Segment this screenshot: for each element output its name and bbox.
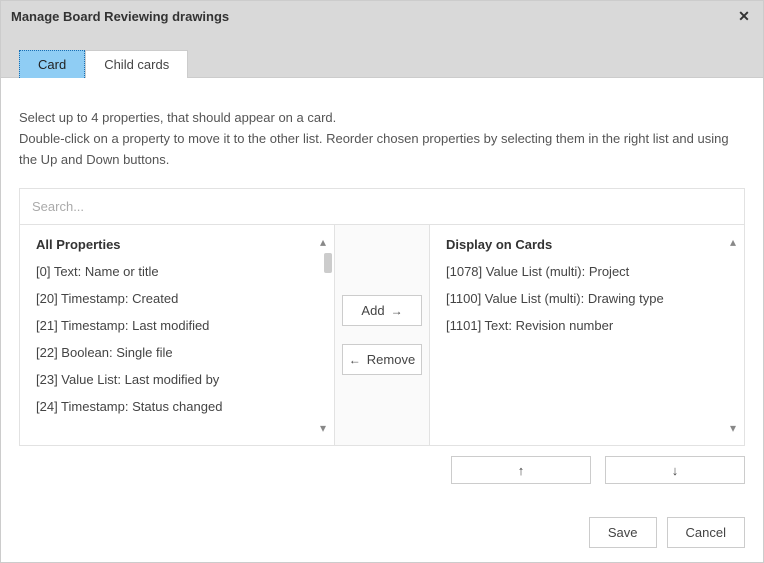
property-picker-panel: All Properties [0] Text: Name or title [… [19, 188, 745, 484]
instructions-line1: Select up to 4 properties, that should a… [19, 108, 745, 129]
save-button[interactable]: Save [589, 517, 657, 548]
list-item[interactable]: [0] Text: Name or title [36, 264, 318, 279]
all-properties-title: All Properties [36, 237, 318, 252]
list-item[interactable]: [21] Timestamp: Last modified [36, 318, 318, 333]
arrow-down-icon: ↓ [672, 463, 679, 478]
display-on-cards-list[interactable]: Display on Cards [1078] Value List (mult… [430, 225, 744, 445]
lists-row: All Properties [0] Text: Name or title [… [19, 224, 745, 446]
tab-child-cards[interactable]: Child cards [85, 50, 188, 78]
all-properties-list[interactable]: All Properties [0] Text: Name or title [… [20, 225, 334, 445]
list-item[interactable]: [23] Value List: Last modified by [36, 372, 318, 387]
instructions-line2: Double-click on a property to move it to… [19, 129, 745, 171]
tab-card[interactable]: Card [19, 50, 85, 78]
instructions: Select up to 4 properties, that should a… [19, 108, 745, 170]
close-icon[interactable]: ✕ [735, 7, 753, 25]
scroll-down-icon[interactable]: ▾ [316, 421, 330, 435]
remove-button[interactable]: ← Remove [342, 344, 422, 375]
reorder-row: ↑ ↓ [19, 456, 745, 484]
add-button[interactable]: Add → [342, 295, 422, 326]
scroll-thumb[interactable] [324, 253, 332, 273]
list-item[interactable]: [1078] Value List (multi): Project [446, 264, 728, 279]
tab-content: Select up to 4 properties, that should a… [1, 77, 763, 503]
scroll-up-icon[interactable]: ▴ [316, 235, 330, 249]
cancel-button[interactable]: Cancel [667, 517, 745, 548]
transfer-buttons: Add → ← Remove [334, 225, 430, 445]
search-input[interactable] [20, 189, 744, 224]
scroll-down-icon[interactable]: ▾ [726, 421, 740, 435]
titlebar: Manage Board Reviewing drawings ✕ [1, 1, 763, 31]
dialog-footer: Save Cancel [1, 503, 763, 562]
move-up-button[interactable]: ↑ [451, 456, 591, 484]
list-item[interactable]: [22] Boolean: Single file [36, 345, 318, 360]
move-down-button[interactable]: ↓ [605, 456, 745, 484]
display-on-cards-items: [1078] Value List (multi): Project [1100… [446, 264, 728, 333]
scroll-up-icon[interactable]: ▴ [726, 235, 740, 249]
all-properties-items: [0] Text: Name or title [20] Timestamp: … [36, 264, 318, 414]
display-on-cards-title: Display on Cards [446, 237, 728, 252]
arrow-up-icon: ↑ [518, 463, 525, 478]
window-title: Manage Board Reviewing drawings [11, 9, 735, 24]
add-label: Add [361, 303, 384, 318]
search-wrap [19, 188, 745, 224]
dialog: Manage Board Reviewing drawings ✕ Card C… [0, 0, 764, 563]
tabstrip: Card Child cards [1, 31, 763, 77]
list-item[interactable]: [24] Timestamp: Status changed [36, 399, 318, 414]
arrow-left-icon: ← [349, 353, 361, 367]
list-item[interactable]: [20] Timestamp: Created [36, 291, 318, 306]
arrow-right-icon: → [391, 304, 403, 318]
list-item[interactable]: [1101] Text: Revision number [446, 318, 728, 333]
remove-label: Remove [367, 352, 415, 367]
list-item[interactable]: [1100] Value List (multi): Drawing type [446, 291, 728, 306]
